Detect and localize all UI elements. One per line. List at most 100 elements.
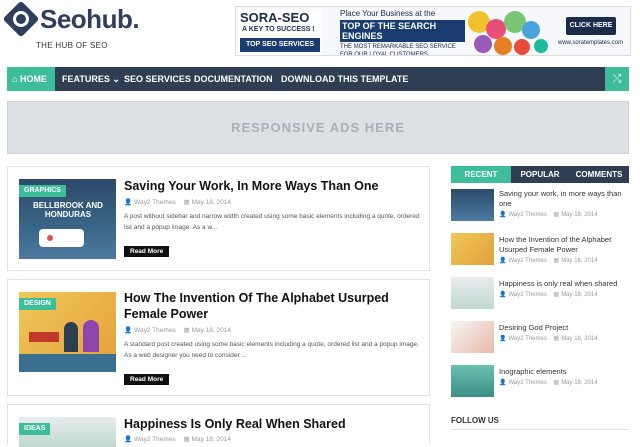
main-nav: ⌂ HOME FEATURES ⌄ SEO SERVICES DOCUMENTA… [7,67,629,91]
calendar-icon: ▦ [183,327,190,334]
logo-icon[interactable] [2,0,40,38]
user-icon: 👤 [499,336,507,342]
ad-line1: Place Your Business at the [340,9,436,18]
sidebar-tabs: RECENT POPULAR COMMENTS [451,166,629,183]
sidebar-item-title[interactable]: Happiness is only real when shared [499,279,627,289]
tab-comments[interactable]: COMMENTS [569,166,629,183]
follow-us-heading: FOLLOW US [451,416,499,425]
post-meta: 👤 Way2 Themes ▦ May 18, 2014 [124,435,231,443]
post-author[interactable]: Way2 Themes [134,199,176,206]
sidebar-item-meta: 👤 Way2 Themes ▦ May 18, 2014 [499,335,598,342]
post-meta: 👤 Way2 Themes ▦ May 18, 2014 [124,198,231,206]
responsive-ads-placeholder: RESPONSIVE ADS HERE [7,101,629,154]
post-title[interactable]: Happiness Is Only Real When Shared [124,416,424,432]
read-more-button[interactable]: Read More [124,374,170,385]
sidebar-list-item[interactable]: How the Invention of the Alphabet Usurpe… [451,233,629,269]
sidebar-item-date: May 18, 2014 [561,258,598,264]
sidebar-item-date: May 18, 2014 [561,212,598,218]
user-icon: 👤 [499,212,507,218]
sidebar-item-meta: 👤 Way2 Themes ▦ May 18, 2014 [499,291,598,298]
sidebar-item-author[interactable]: Way2 Themes [508,258,546,264]
ad-line3: THE MOST REMARKABLE SEO SERVICE FOR OUR … [340,44,456,56]
user-icon: 👤 [499,380,507,386]
sidebar-item-title[interactable]: Desiring God Project [499,323,627,333]
post-thumbnail[interactable]: IDEAS [19,417,116,447]
user-icon: 👤 [499,292,507,298]
shuffle-icon[interactable]: ⤮ [605,67,629,91]
tab-popular[interactable]: POPULAR [511,166,569,183]
calendar-icon: ▦ [553,258,560,264]
site-logo-title[interactable]: Seohub. [40,4,140,35]
post-thumbnail[interactable]: DESIGN [19,292,116,372]
calendar-icon: ▦ [183,436,190,443]
header-ad-banner[interactable]: SORA-SEO A KEY TO SUCCESS ! TOP SEO SERV… [235,6,631,56]
post-card: BELLBROOK AND HONDURAS GRAPHICS Saving Y… [7,166,430,271]
sidebar-item-date: May 18, 2014 [561,336,598,342]
post-excerpt: A post without sidebar and narrow width … [124,213,420,231]
calendar-icon: ▦ [553,292,560,298]
sidebar-item-author[interactable]: Way2 Themes [508,212,546,218]
sidebar-thumbnail[interactable] [451,321,494,353]
calendar-icon: ▦ [553,212,560,218]
post-card: IDEAS Happiness Is Only Real When Shared… [7,404,430,447]
ad-click-here-button[interactable]: CLICK HERE [566,17,616,35]
sidebar-item-date: May 18, 2014 [561,292,598,298]
post-thumbnail[interactable]: BELLBROOK AND HONDURAS GRAPHICS [19,179,116,259]
sidebar-thumbnail[interactable] [451,277,494,309]
nav-home-label: HOME [19,74,47,84]
sidebar-thumbnail[interactable] [451,189,494,221]
post-card: DESIGN How The Invention Of The Alphabet… [7,279,430,396]
user-icon: 👤 [499,258,507,264]
site-header: Seohub. THE HUB OF SEO SORA-SEO A KEY TO… [0,0,640,66]
post-author[interactable]: Way2 Themes [134,327,176,334]
post-meta: 👤 Way2 Themes ▦ May 18, 2014 [124,326,231,334]
sidebar-item-author[interactable]: Way2 Themes [508,292,546,298]
ad-copy: Place Your Business at the TOP OF THE SE… [340,9,465,55]
user-icon: 👤 [124,436,133,443]
thumb-caption: BELLBROOK AND HONDURAS [33,201,103,219]
nav-documentation[interactable]: DOCUMENTATION [194,67,273,91]
calendar-icon: ▦ [553,336,560,342]
post-date: May 18, 2014 [191,199,231,206]
nav-download-template[interactable]: DOWNLOAD THIS TEMPLATE [281,67,408,91]
sidebar-item-author[interactable]: Way2 Themes [508,336,546,342]
read-more-button[interactable]: Read More [124,246,170,257]
user-icon: 👤 [124,327,133,334]
sidebar: RECENT POPULAR COMMENTS Saving your work… [451,166,629,441]
sidebar-list-item[interactable]: Saving your work, in more ways than one … [451,189,629,225]
site-tagline: THE HUB OF SEO [36,41,108,50]
tab-recent[interactable]: RECENT [451,166,511,183]
sidebar-thumbnail[interactable] [451,233,494,265]
post-author[interactable]: Way2 Themes [134,436,176,443]
post-category-badge[interactable]: IDEAS [19,423,51,435]
sidebar-list-item[interactable]: Happiness is only real when shared 👤 Way2… [451,277,629,313]
nav-features[interactable]: FEATURES ⌄ [62,67,120,91]
sidebar-list-item[interactable]: Desiring God Project 👤 Way2 Themes ▦ May 1… [451,321,629,357]
calendar-icon: ▦ [183,199,190,206]
ad-brand-block: SORA-SEO A KEY TO SUCCESS ! TOP SEO SERV… [238,9,322,55]
post-category-badge[interactable]: DESIGN [19,298,56,310]
nav-home[interactable]: ⌂ HOME [7,67,55,91]
post-date: May 18, 2014 [191,327,231,334]
user-icon: 👤 [124,199,133,206]
ad-line2: TOP OF THE SEARCH ENGINES [340,20,465,42]
post-title[interactable]: Saving Your Work, In More Ways Than One [124,178,424,194]
sidebar-item-title[interactable]: Saving your work, in more ways than one [499,189,627,209]
home-icon: ⌂ [12,74,18,84]
sidebar-item-date: May 18, 2014 [561,380,598,386]
sidebar-list-item[interactable]: Inographic elements 👤 Way2 Themes ▦ May 18… [451,365,629,401]
sidebar-item-title[interactable]: How the Invention of the Alphabet Usurpe… [499,235,627,255]
sidebar-item-meta: 👤 Way2 Themes ▦ May 18, 2014 [499,211,598,218]
ad-brand-sub: A KEY TO SUCCESS ! [242,26,315,33]
calendar-icon: ▦ [553,380,560,386]
post-category-badge[interactable]: GRAPHICS [19,185,66,197]
sidebar-item-meta: 👤 Way2 Themes ▦ May 18, 2014 [499,257,598,264]
divider [451,429,629,430]
post-title[interactable]: How The Invention Of The Alphabet Usurpe… [124,290,424,322]
nav-seo-services[interactable]: SEO SERVICES [124,67,191,91]
nav-features-label: FEATURES [62,74,110,84]
sidebar-item-author[interactable]: Way2 Themes [508,380,546,386]
sidebar-thumbnail[interactable] [451,365,494,397]
sidebar-item-title[interactable]: Inographic elements [499,367,627,377]
sidebar-item-meta: 👤 Way2 Themes ▦ May 18, 2014 [499,379,598,386]
